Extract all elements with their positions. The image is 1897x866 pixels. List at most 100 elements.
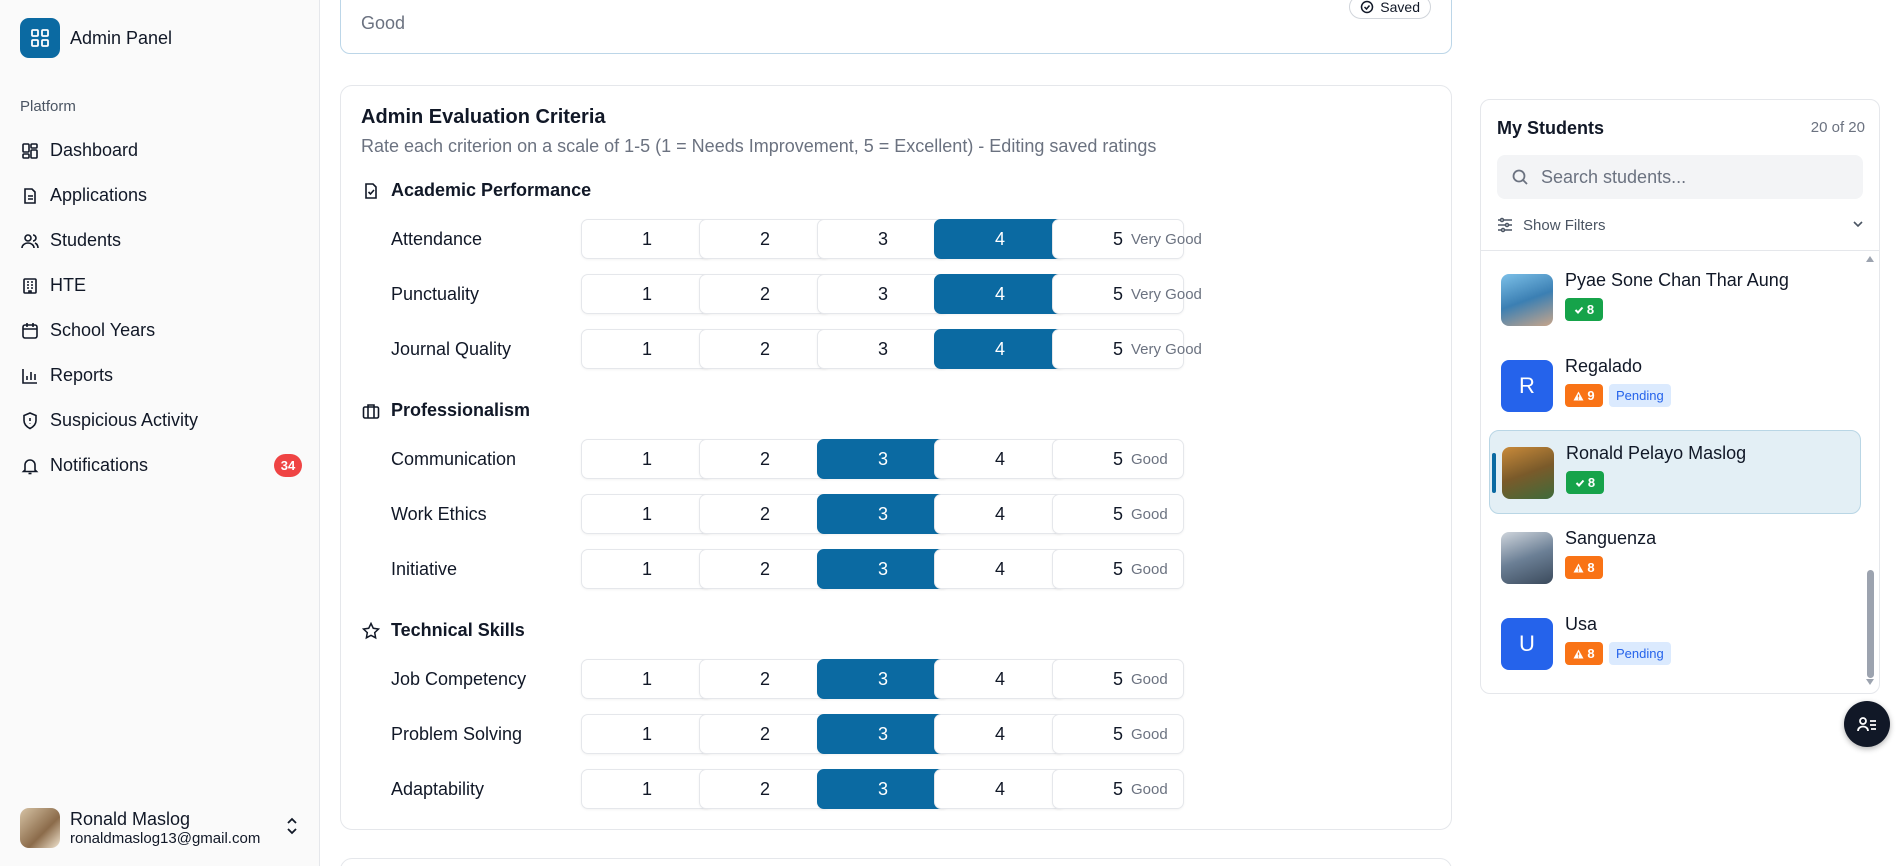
- rating-button-1[interactable]: 1: [581, 769, 713, 809]
- section-professionalism: Professionalism: [361, 400, 530, 421]
- sidebar: Admin Panel Platform Dashboard Applicati…: [0, 0, 320, 866]
- rating-button-3[interactable]: 3: [817, 329, 949, 369]
- evaluation-score-badge: 8: [1566, 471, 1604, 494]
- star-icon: [361, 621, 381, 641]
- sidebar-item-label: Applications: [50, 185, 148, 205]
- rating-word: Very Good: [1131, 286, 1202, 303]
- rating-button-1[interactable]: 1: [581, 274, 713, 314]
- criterion-row: Problem Solving 1 2 3 4 5 Good: [391, 714, 1431, 754]
- rating-button-3[interactable]: 3: [817, 769, 949, 809]
- rating-button-3[interactable]: 3: [817, 549, 949, 589]
- rating-button-4[interactable]: 4: [934, 274, 1066, 314]
- rating-button-4[interactable]: 4: [934, 659, 1066, 699]
- rating-button-2[interactable]: 2: [699, 439, 831, 479]
- shield-icon: [20, 411, 40, 431]
- chevrons-up-down-icon: [284, 816, 300, 841]
- sidebar-item-reports[interactable]: Reports: [20, 353, 302, 398]
- rating-button-3[interactable]: 3: [817, 494, 949, 534]
- nav-group-label: Platform: [20, 98, 76, 115]
- rating-button-4[interactable]: 4: [934, 549, 1066, 589]
- bar-chart-icon: [20, 366, 40, 386]
- evaluation-score-badge: 8: [1565, 298, 1603, 321]
- sidebar-item-label: HTE: [50, 275, 86, 295]
- rating-button-3[interactable]: 3: [817, 439, 949, 479]
- evaluation-score-badge: 8: [1565, 556, 1603, 579]
- scrollbar-thumb[interactable]: [1867, 570, 1874, 678]
- scroll-up-arrow-icon[interactable]: [1865, 255, 1875, 263]
- rating-button-1[interactable]: 1: [581, 549, 713, 589]
- rating-button-2[interactable]: 2: [699, 769, 831, 809]
- document-icon: [20, 186, 40, 206]
- student-list-item[interactable]: R Regalado 9 Pending: [1489, 344, 1861, 428]
- show-filters-toggle[interactable]: Show Filters: [1497, 213, 1865, 237]
- student-list-item[interactable]: U Usa 8 Pending: [1489, 602, 1861, 686]
- rating-button-1[interactable]: 1: [581, 714, 713, 754]
- rating-button-4[interactable]: 4: [934, 439, 1066, 479]
- criterion-label: Problem Solving: [391, 724, 523, 744]
- rating-button-3[interactable]: 3: [817, 219, 949, 259]
- evaluation-subtitle: Rate each criterion on a scale of 1-5 (1…: [361, 136, 1157, 156]
- students-title: My Students: [1497, 118, 1605, 138]
- rating-button-1[interactable]: 1: [581, 659, 713, 699]
- rating-button-3[interactable]: 3: [817, 714, 949, 754]
- rating-button-2[interactable]: 2: [699, 659, 831, 699]
- scroll-down-arrow-icon[interactable]: [1865, 678, 1875, 686]
- student-name: Pyae Sone Chan Thar Aung: [1565, 270, 1789, 290]
- evaluation-title: Admin Evaluation Criteria: [361, 106, 606, 128]
- criterion-label: Communication: [391, 449, 517, 469]
- sidebar-item-notifications[interactable]: Notifications 34: [20, 443, 302, 488]
- rating-button-2[interactable]: 2: [699, 274, 831, 314]
- student-list-item-active[interactable]: Ronald Pelayo Maslog 8: [1489, 430, 1861, 514]
- rating-button-2[interactable]: 2: [699, 714, 831, 754]
- student-name: Sanguenza: [1565, 528, 1657, 548]
- grid-logo-icon: [20, 18, 60, 58]
- admin-evaluation-card: Admin Evaluation Criteria Rate each crit…: [340, 85, 1452, 830]
- rating-button-2[interactable]: 2: [699, 549, 831, 589]
- warning-icon: [1573, 563, 1584, 572]
- section-academic-performance: Academic Performance: [361, 180, 591, 201]
- sidebar-item-dashboard[interactable]: Dashboard: [20, 128, 302, 173]
- section-title: Technical Skills: [391, 620, 525, 640]
- rating-word: Good: [1131, 506, 1168, 523]
- student-list-item[interactable]: Sanguenza 8: [1489, 516, 1861, 600]
- rating-button-1[interactable]: 1: [581, 329, 713, 369]
- saved-badge: Saved: [1349, 0, 1431, 19]
- rating-button-2[interactable]: 2: [699, 329, 831, 369]
- building-icon: [20, 276, 40, 296]
- search-input[interactable]: [1541, 166, 1841, 188]
- rating-button-3[interactable]: 3: [817, 659, 949, 699]
- sidebar-item-students[interactable]: Students: [20, 218, 302, 263]
- rating-button-3[interactable]: 3: [817, 274, 949, 314]
- rating-word: Good: [1131, 726, 1168, 743]
- student-avatar: R: [1501, 360, 1553, 412]
- user-list-icon: [1857, 717, 1876, 732]
- user-menu[interactable]: Ronald Maslog ronaldmaslog13@gmail.com: [20, 806, 300, 850]
- sidebar-item-school-years[interactable]: School Years: [20, 308, 302, 353]
- student-list-item[interactable]: Pyae Sone Chan Thar Aung 8: [1489, 258, 1861, 342]
- rating-button-1[interactable]: 1: [581, 219, 713, 259]
- check-circle-icon: [1361, 0, 1374, 14]
- calendar-icon: [20, 321, 40, 341]
- rating-button-2[interactable]: 2: [699, 494, 831, 534]
- rating-button-4[interactable]: 4: [934, 329, 1066, 369]
- student-avatar: [1502, 447, 1554, 499]
- rating-button-4[interactable]: 4: [934, 769, 1066, 809]
- rating-button-4[interactable]: 4: [934, 494, 1066, 534]
- student-list: Pyae Sone Chan Thar Aung 8 R Regalado 9 …: [1489, 258, 1861, 688]
- rating-button-4[interactable]: 4: [934, 219, 1066, 259]
- brand[interactable]: Admin Panel: [20, 18, 172, 58]
- rating-button-4[interactable]: 4: [934, 714, 1066, 754]
- floating-action-button[interactable]: [1844, 701, 1890, 747]
- pending-badge: Pending: [1609, 642, 1671, 665]
- student-name: Regalado: [1565, 356, 1643, 376]
- rating-button-1[interactable]: 1: [581, 439, 713, 479]
- rating-button-2[interactable]: 2: [699, 219, 831, 259]
- sidebar-item-suspicious-activity[interactable]: Suspicious Activity: [20, 398, 302, 443]
- user-email: ronaldmaslog13@gmail.com: [70, 830, 261, 847]
- student-search[interactable]: [1497, 155, 1863, 199]
- next-card: [340, 858, 1452, 866]
- students-count: 20 of 20: [1810, 119, 1865, 136]
- sidebar-item-hte[interactable]: HTE: [20, 263, 302, 308]
- rating-button-1[interactable]: 1: [581, 494, 713, 534]
- sidebar-item-applications[interactable]: Applications: [20, 173, 302, 218]
